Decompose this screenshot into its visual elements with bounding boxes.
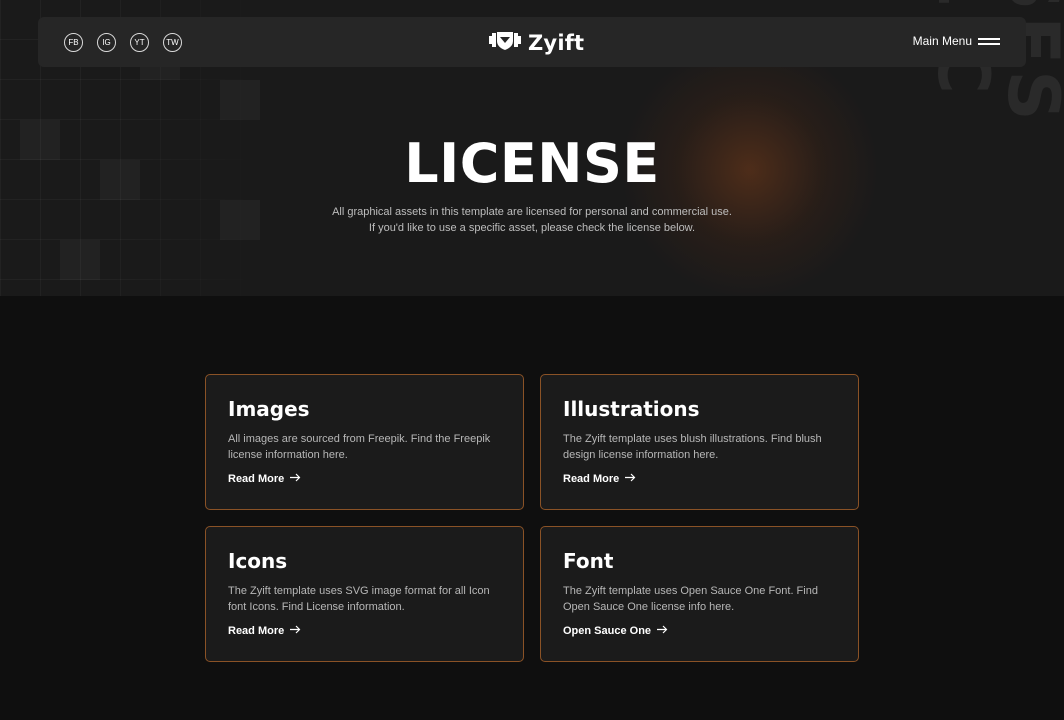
read-more-link[interactable]: Read More: [228, 625, 301, 637]
facebook-link[interactable]: FB: [64, 33, 83, 52]
grid-cell: [220, 80, 260, 120]
card-title: Illustrations: [563, 397, 700, 421]
instagram-link[interactable]: IG: [97, 33, 116, 52]
arrow-right-icon: [290, 473, 301, 485]
license-card-font: Font The Zyift template uses Open Sauce …: [540, 526, 859, 662]
arrow-right-icon: [657, 625, 668, 637]
card-title: Icons: [228, 549, 288, 573]
grid-cell: [220, 200, 260, 240]
open-sauce-one-link[interactable]: Open Sauce One: [563, 625, 668, 637]
read-more-label: Read More: [228, 625, 285, 637]
license-card-icons: Icons The Zyift template uses SVG image …: [205, 526, 524, 662]
license-card-images: Images All images are sourced from Freep…: [205, 374, 524, 510]
read-more-label: Read More: [563, 473, 620, 485]
card-description: The Zyift template uses Open Sauce One F…: [563, 585, 818, 613]
page-title: LICENSE: [404, 132, 660, 195]
twitter-link[interactable]: TW: [163, 33, 182, 52]
dumbbell-shield-icon: [488, 29, 522, 56]
hero-description: All graphical assets in this template ar…: [332, 206, 732, 234]
site-header: FB IG YT TW Zyift Main Menu: [38, 17, 1026, 67]
card-title: Images: [228, 397, 310, 421]
read-more-link[interactable]: Read More: [563, 473, 636, 485]
main-menu-button[interactable]: Main Menu: [913, 34, 1000, 48]
card-title: Font: [563, 549, 614, 573]
card-description: The Zyift template uses blush illustrati…: [563, 433, 822, 461]
read-more-label: Read More: [228, 473, 285, 485]
card-description: All images are sourced from Freepik. Fin…: [228, 433, 491, 461]
logo-text: Zyift: [528, 30, 585, 55]
social-links: FB IG YT TW: [64, 33, 182, 52]
youtube-link[interactable]: YT: [130, 33, 149, 52]
license-card-illustrations: Illustrations The Zyift template uses bl…: [540, 374, 859, 510]
hamburger-icon: [978, 37, 1000, 45]
open-sauce-one-label: Open Sauce One: [563, 625, 652, 637]
grid-cell: [60, 240, 100, 280]
arrow-right-icon: [625, 473, 636, 485]
logo[interactable]: Zyift: [488, 29, 584, 56]
arrow-right-icon: [290, 625, 301, 637]
read-more-link[interactable]: Read More: [228, 473, 301, 485]
main-menu-label: Main Menu: [912, 34, 972, 48]
card-description: The Zyift template uses SVG image format…: [228, 585, 490, 613]
